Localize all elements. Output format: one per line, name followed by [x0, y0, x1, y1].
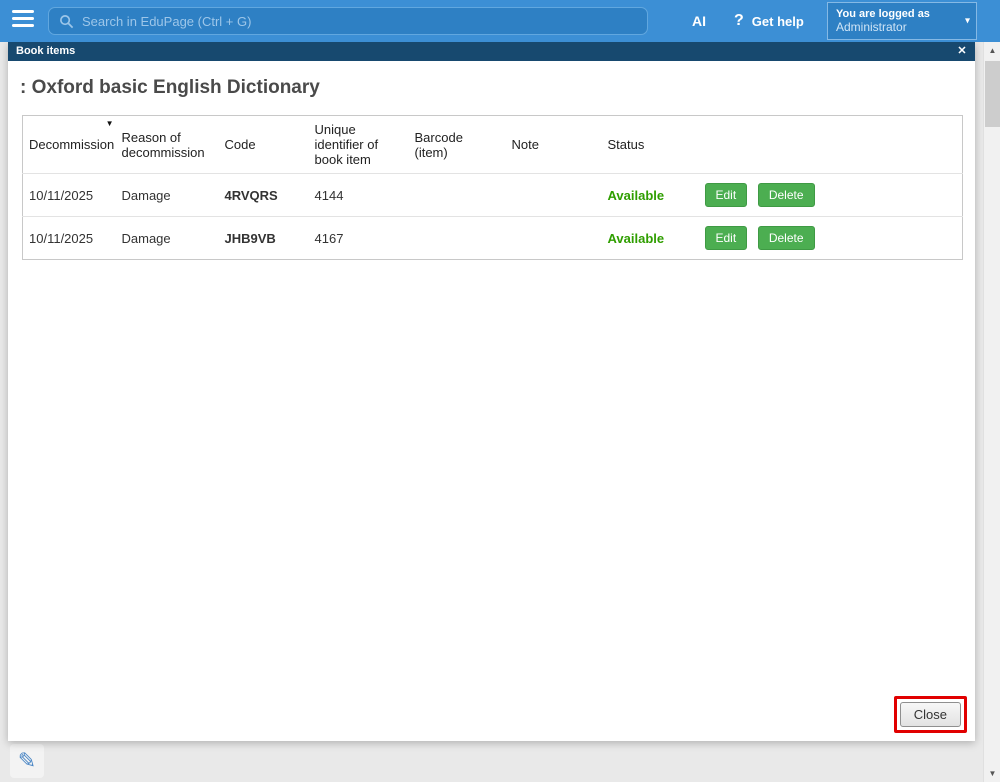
- close-button-highlight: Close: [894, 696, 967, 733]
- table-header-row: Decommission ▼ Reason of decommission Co…: [23, 116, 963, 174]
- delete-button[interactable]: Delete: [758, 183, 815, 207]
- chevron-down-icon: ▾: [965, 16, 970, 27]
- book-items-table: Decommission ▼ Reason of decommission Co…: [22, 115, 963, 260]
- modal-body: : Oxford basic English Dictionary Decomm…: [8, 61, 975, 741]
- unique-id-cell: 4144: [309, 174, 409, 217]
- column-header-code[interactable]: Code: [219, 116, 309, 174]
- column-header-barcode[interactable]: Barcode (item): [409, 116, 506, 174]
- get-help-button[interactable]: ? Get help: [734, 0, 804, 42]
- top-bar: AI ? Get help You are logged as Administ…: [0, 0, 1000, 42]
- book-items-modal: Book items ✕ : Oxford basic English Dict…: [8, 42, 975, 741]
- help-icon: ?: [734, 12, 744, 30]
- pen-icon: ✎: [18, 750, 36, 772]
- reason-cell: Damage: [116, 174, 219, 217]
- column-header-reason[interactable]: Reason of decommission: [116, 116, 219, 174]
- column-header-decommission[interactable]: Decommission ▼: [23, 116, 116, 174]
- actions-cell: Edit Delete: [699, 174, 963, 217]
- decommission-cell: 10/11/2025: [23, 174, 116, 217]
- close-icon[interactable]: ✕: [954, 42, 970, 61]
- column-header-note[interactable]: Note: [506, 116, 602, 174]
- table-row: 10/11/2025 Damage JHB9VB 4167 Available …: [23, 217, 963, 260]
- column-header-status[interactable]: Status: [602, 116, 699, 174]
- table-row: 10/11/2025 Damage 4RVQRS 4144 Available …: [23, 174, 963, 217]
- search-input[interactable]: [82, 14, 637, 29]
- column-header-actions: [699, 116, 963, 174]
- sort-desc-icon: ▼: [106, 119, 114, 128]
- modal-title-bar: Book items ✕: [8, 42, 975, 61]
- edit-button[interactable]: Edit: [705, 183, 748, 207]
- delete-button[interactable]: Delete: [758, 226, 815, 250]
- ai-button[interactable]: AI: [692, 0, 706, 42]
- scrollbar-thumb[interactable]: [985, 61, 1000, 127]
- logged-as-text: You are logged as: [836, 8, 968, 20]
- page-title: : Oxford basic English Dictionary: [20, 77, 975, 99]
- reason-cell: Damage: [116, 217, 219, 260]
- code-cell: JHB9VB: [219, 217, 309, 260]
- vertical-scrollbar[interactable]: ▲ ▼: [983, 42, 1000, 782]
- column-label: Decommission: [29, 137, 114, 152]
- note-cell: [506, 174, 602, 217]
- status-badge: Available: [602, 174, 699, 217]
- barcode-cell: [409, 217, 506, 260]
- column-header-unique-identifier[interactable]: Unique identifier of book item: [309, 116, 409, 174]
- scroll-up-arrow[interactable]: ▲: [984, 42, 1000, 59]
- logged-as-user: Administrator: [836, 20, 968, 34]
- code-cell: 4RVQRS: [219, 174, 309, 217]
- modal-title: Book items: [16, 45, 75, 57]
- note-cell: [506, 217, 602, 260]
- edit-button[interactable]: Edit: [705, 226, 748, 250]
- decommission-cell: 10/11/2025: [23, 217, 116, 260]
- barcode-cell: [409, 174, 506, 217]
- get-help-label: Get help: [752, 14, 804, 29]
- search-bar[interactable]: [48, 7, 648, 35]
- notes-pen-button[interactable]: ✎: [10, 744, 44, 778]
- status-badge: Available: [602, 217, 699, 260]
- actions-cell: Edit Delete: [699, 217, 963, 260]
- close-button[interactable]: Close: [900, 702, 961, 727]
- search-icon: [59, 14, 74, 29]
- unique-id-cell: 4167: [309, 217, 409, 260]
- menu-icon[interactable]: [12, 10, 34, 32]
- scroll-down-arrow[interactable]: ▼: [984, 765, 1000, 782]
- logged-as-dropdown[interactable]: You are logged as Administrator ▾: [827, 2, 977, 40]
